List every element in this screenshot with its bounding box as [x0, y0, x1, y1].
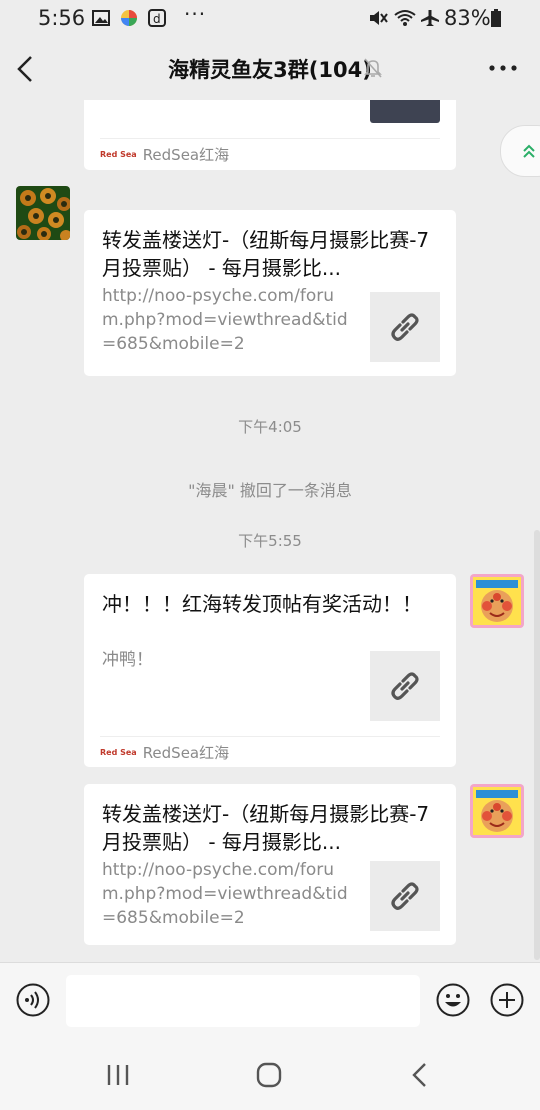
card-thumbnail — [370, 292, 440, 362]
redsea-logo: Red Sea — [100, 149, 137, 159]
card-description: 冲鸭！ — [102, 650, 153, 670]
status-time: 5:56 — [38, 6, 86, 30]
anpanman-avatar-image — [470, 784, 524, 838]
scrollbar[interactable] — [534, 530, 540, 960]
avatar[interactable] — [16, 186, 70, 240]
gallery-icon — [92, 10, 110, 26]
card-thumbnail — [370, 100, 440, 123]
timestamp: 下午4:05 — [238, 418, 302, 436]
system-navigation-bar — [0, 1040, 540, 1110]
card-description: http://noo-psyche.com/forum.php?mod=view… — [102, 286, 348, 354]
card-source-label: RedSea红海 — [142, 145, 230, 164]
chat-header: 海精灵鱼友3群(104) — [0, 38, 540, 100]
link-icon — [391, 882, 419, 910]
voice-icon[interactable] — [16, 983, 50, 1017]
status-more-dots: ··· — [184, 2, 207, 26]
avatar[interactable] — [470, 784, 524, 838]
status-bar: 5:56 d ··· 83% — [0, 0, 540, 38]
mute-bell-icon — [364, 58, 382, 78]
battery-percent: 83% — [444, 6, 491, 30]
message-card-link[interactable]: 冲！！！红海转发顶帖有奖活动！！ 冲鸭！ Red Sea RedSea红海 — [84, 574, 456, 767]
anpanman-avatar-image — [470, 574, 524, 628]
avatar[interactable] — [470, 574, 524, 628]
timestamp: 下午5:55 — [238, 532, 302, 550]
message-input[interactable] — [66, 975, 420, 1027]
card-source: Red Sea RedSea红海 — [100, 138, 440, 169]
card-title: 转发盖楼送灯-（纽斯每月摄影比赛-7月投票贴） - 每月摄影比... — [102, 228, 430, 280]
redsea-logo: Red Sea — [100, 747, 137, 757]
app-color-icon — [121, 10, 137, 26]
message-card-link[interactable]: 转发盖楼送灯-（纽斯每月摄影比赛-7月投票贴） - 每月摄影比... http:… — [84, 210, 456, 376]
card-thumbnail — [370, 861, 440, 931]
back-nav-icon[interactable] — [410, 1062, 430, 1088]
recent-apps-icon[interactable] — [106, 1064, 130, 1086]
plus-icon[interactable] — [490, 983, 524, 1017]
card-source-label: RedSea红海 — [142, 743, 230, 762]
chat-area[interactable]: Red Sea RedSea红海 转发盖楼送灯-（纽斯每月摄影比赛-7月投票贴）… — [0, 100, 540, 962]
coral-avatar-image — [16, 186, 70, 240]
card-title: 转发盖楼送灯-（纽斯每月摄影比赛-7月投票贴） - 每月摄影比... — [102, 802, 430, 854]
mute-icon — [370, 11, 388, 25]
message-card-partial[interactable]: Red Sea RedSea红海 — [84, 100, 456, 170]
app-d-icon: d — [148, 9, 166, 27]
message-card-link[interactable]: 转发盖楼送灯-（纽斯每月摄影比赛-7月投票贴） - 每月摄影比... http:… — [84, 784, 456, 945]
recall-notice: "海晨" 撤回了一条消息 — [188, 481, 352, 500]
link-icon — [391, 672, 419, 700]
home-icon[interactable] — [256, 1062, 282, 1088]
scroll-up-icon — [523, 144, 535, 158]
link-icon — [391, 313, 419, 341]
battery-icon — [491, 9, 501, 27]
airplane-icon — [421, 10, 439, 26]
card-thumbnail — [370, 651, 440, 721]
more-icon[interactable] — [488, 58, 518, 78]
card-source: Red Sea RedSea红海 — [100, 736, 440, 767]
emoji-icon[interactable] — [436, 983, 470, 1017]
card-description: http://noo-psyche.com/forum.php?mod=view… — [102, 860, 348, 928]
input-bar — [0, 962, 540, 1041]
card-title: 冲！！！红海转发顶帖有奖活动！！ — [102, 592, 422, 616]
scroll-up-button[interactable] — [500, 125, 540, 177]
svg-text:d: d — [153, 12, 161, 26]
wifi-icon — [394, 10, 416, 26]
page-title: 海精灵鱼友3群(104) — [168, 58, 372, 82]
